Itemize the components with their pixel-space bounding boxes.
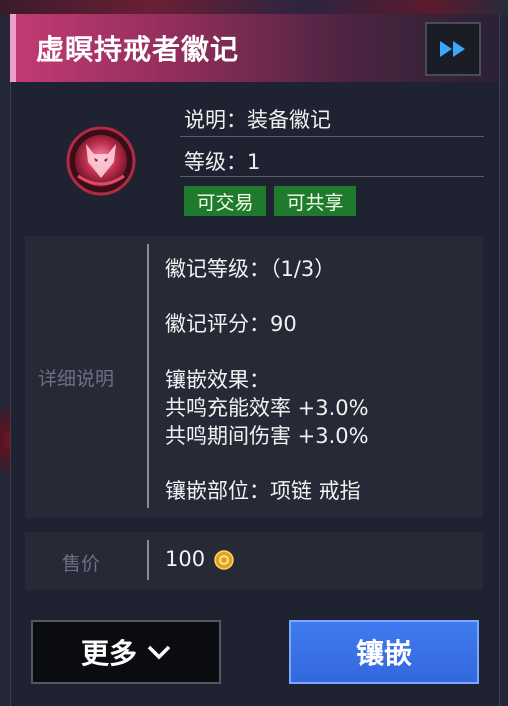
background-top-strip xyxy=(0,0,508,14)
more-button-label: 更多 xyxy=(80,637,137,670)
fast-forward-icon xyxy=(440,41,465,57)
divider xyxy=(180,176,484,177)
fast-forward-button[interactable] xyxy=(425,22,481,76)
tradable-badge: 可交易 xyxy=(184,186,266,216)
emblem-level-text: 徽记等级：（1/3） xyxy=(165,257,336,281)
divider xyxy=(180,136,484,137)
effect-line: 共鸣期间伤害 +3.0% xyxy=(165,424,369,448)
price-label: 售价 xyxy=(62,553,101,575)
effect-line: 共鸣充能效率 +3.0% xyxy=(165,396,369,420)
detail-divider xyxy=(147,244,149,508)
price-divider xyxy=(147,540,149,580)
fox-emblem-icon xyxy=(66,126,136,196)
item-level: 等级：1 xyxy=(184,150,261,174)
inlay-slot-text: 镶嵌部位：项链 戒指 xyxy=(165,479,361,503)
item-title: 虚瞑持戒者徽记 xyxy=(36,33,240,66)
inlay-button-label: 镶嵌 xyxy=(355,637,412,670)
price-value: 100 xyxy=(165,547,206,571)
inlay-button[interactable]: 镶嵌 xyxy=(289,620,479,684)
emblem-score-text: 徽记评分：90 xyxy=(165,312,297,336)
item-description: 说明：装备徽记 xyxy=(184,108,331,132)
shareable-badge: 可共享 xyxy=(274,186,356,216)
detail-label: 详细说明 xyxy=(38,368,115,390)
chevron-down-icon xyxy=(147,645,171,660)
more-button[interactable]: 更多 xyxy=(31,620,221,684)
coin-icon xyxy=(214,550,234,570)
inlay-effect-title: 镶嵌效果： xyxy=(165,368,270,392)
